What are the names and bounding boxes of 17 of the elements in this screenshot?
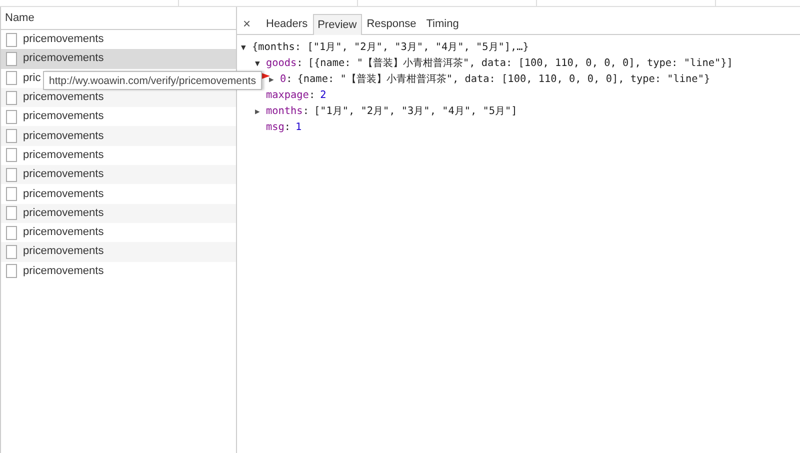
property-key: months bbox=[266, 106, 303, 116]
tooltip: http://wy.woawin.com/verify/pricemovements bbox=[43, 71, 262, 90]
property-value: 1 bbox=[296, 122, 302, 132]
property-key: msg bbox=[266, 122, 284, 132]
property-value: {name: "【普装】小青柑普洱茶", data: [100, 110, 0, 0, 0], type: "line"} bbox=[297, 72, 710, 86]
property-value: ["1月", "2月", "3月", "4月", "5月"] bbox=[314, 105, 518, 118]
property-value: 2 bbox=[320, 90, 326, 100]
property-key: 0 bbox=[280, 74, 286, 84]
property-key: goods bbox=[266, 58, 297, 68]
colon: : bbox=[286, 74, 292, 84]
property-value: {months: ["1月", "2月", "3月", "4月", "5月"],…} bbox=[252, 41, 529, 54]
property-value: [{name: "【普装】小青柑普洱茶", data: [100, 110, 0, 0, 0], type: "line"}] bbox=[308, 56, 733, 70]
colon: : bbox=[308, 90, 316, 100]
colon: : bbox=[284, 122, 291, 132]
colon: : bbox=[296, 58, 303, 68]
property-key: maxpage bbox=[266, 90, 309, 100]
colon: : bbox=[302, 106, 309, 116]
